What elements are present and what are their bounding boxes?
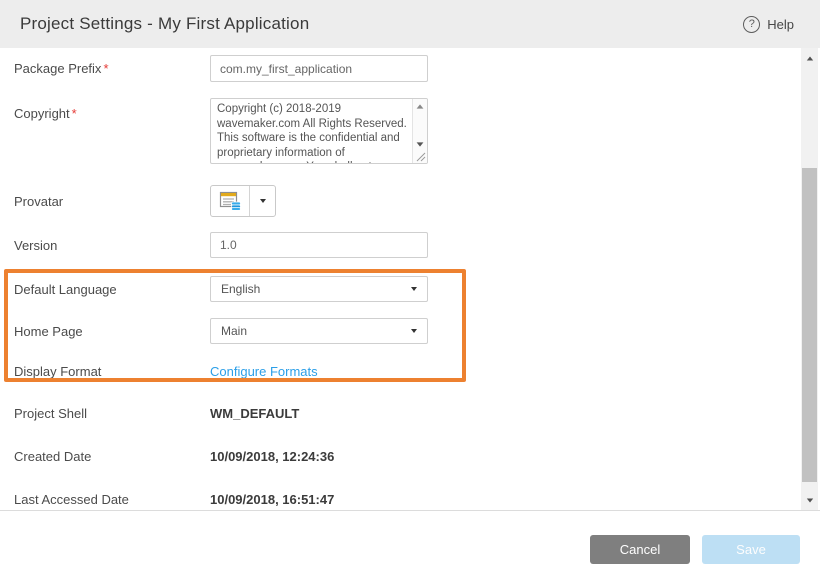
home-page-select[interactable]: Main [210,318,428,344]
display-format-label: Display Format [14,364,210,379]
default-language-value: English [221,282,260,296]
settings-form: Package Prefix* Copyright* Copyright (c)… [0,48,800,510]
version-input[interactable] [210,232,428,258]
row-created-date: Created Date 10/09/2018, 12:24:36 [14,446,334,466]
row-version: Version [14,232,428,258]
last-accessed-date-label: Last Accessed Date [14,492,210,507]
provatar-label: Provatar [14,194,210,209]
project-settings-dialog: Project Settings - My First Application … [0,0,820,580]
last-accessed-date-value: 10/09/2018, 16:51:47 [210,492,334,507]
scrollbar-thumb[interactable] [802,168,817,482]
provatar-icon [219,191,242,211]
default-language-select[interactable]: English [210,276,428,302]
scroll-down-icon [806,498,812,502]
required-asterisk: * [72,106,77,121]
vertical-scrollbar[interactable] [801,48,818,510]
scroll-up-icon [806,56,812,60]
chevron-down-icon [411,287,417,291]
package-prefix-label: Package Prefix* [14,61,210,76]
scroll-up-icon[interactable] [417,104,424,108]
provatar-image-button[interactable] [211,186,250,216]
dialog-footer: Cancel Save [0,510,820,580]
created-date-value: 10/09/2018, 12:24:36 [210,449,334,464]
help-icon: ? [743,16,760,33]
scroll-down-icon[interactable] [417,142,424,146]
row-home-page: Home Page Main [14,318,428,344]
copyright-textarea[interactable]: Copyright (c) 2018-2019 wavemaker.com Al… [210,98,428,164]
default-language-label: Default Language [14,282,210,297]
provatar-picker[interactable] [210,185,276,217]
row-package-prefix: Package Prefix* [14,55,428,82]
cancel-button[interactable]: Cancel [590,535,690,564]
created-date-label: Created Date [14,449,210,464]
provatar-dropdown-button[interactable] [250,186,275,216]
dialog-header: Project Settings - My First Application … [0,0,820,48]
resize-grip-icon[interactable] [415,151,426,162]
row-project-shell: Project Shell WM_DEFAULT [14,403,299,423]
save-button[interactable]: Save [702,535,800,564]
scroll-down-button[interactable] [801,492,818,508]
project-shell-value: WM_DEFAULT [210,406,299,421]
row-last-accessed-date: Last Accessed Date 10/09/2018, 16:51:47 [14,489,334,509]
project-shell-label: Project Shell [14,406,210,421]
home-page-value: Main [221,324,247,338]
configure-formats-link[interactable]: Configure Formats [210,364,318,379]
chevron-down-icon [260,199,266,203]
required-asterisk: * [103,61,108,76]
row-display-format: Display Format Configure Formats [14,361,318,381]
dialog-title: Project Settings - My First Application [20,14,309,34]
chevron-down-icon [411,329,417,333]
help-label: Help [767,17,794,32]
help-button[interactable]: ? Help [743,16,794,33]
package-prefix-input[interactable] [210,55,428,82]
copyright-label: Copyright* [14,98,210,121]
copyright-text: Copyright (c) 2018-2019 wavemaker.com Al… [217,102,410,163]
row-default-language: Default Language English [14,276,428,302]
row-provatar: Provatar [14,185,276,217]
textarea-scrollbar[interactable] [412,99,427,163]
scroll-up-button[interactable] [801,50,818,66]
version-label: Version [14,238,210,253]
home-page-label: Home Page [14,324,210,339]
row-copyright: Copyright* Copyright (c) 2018-2019 wavem… [14,98,428,164]
